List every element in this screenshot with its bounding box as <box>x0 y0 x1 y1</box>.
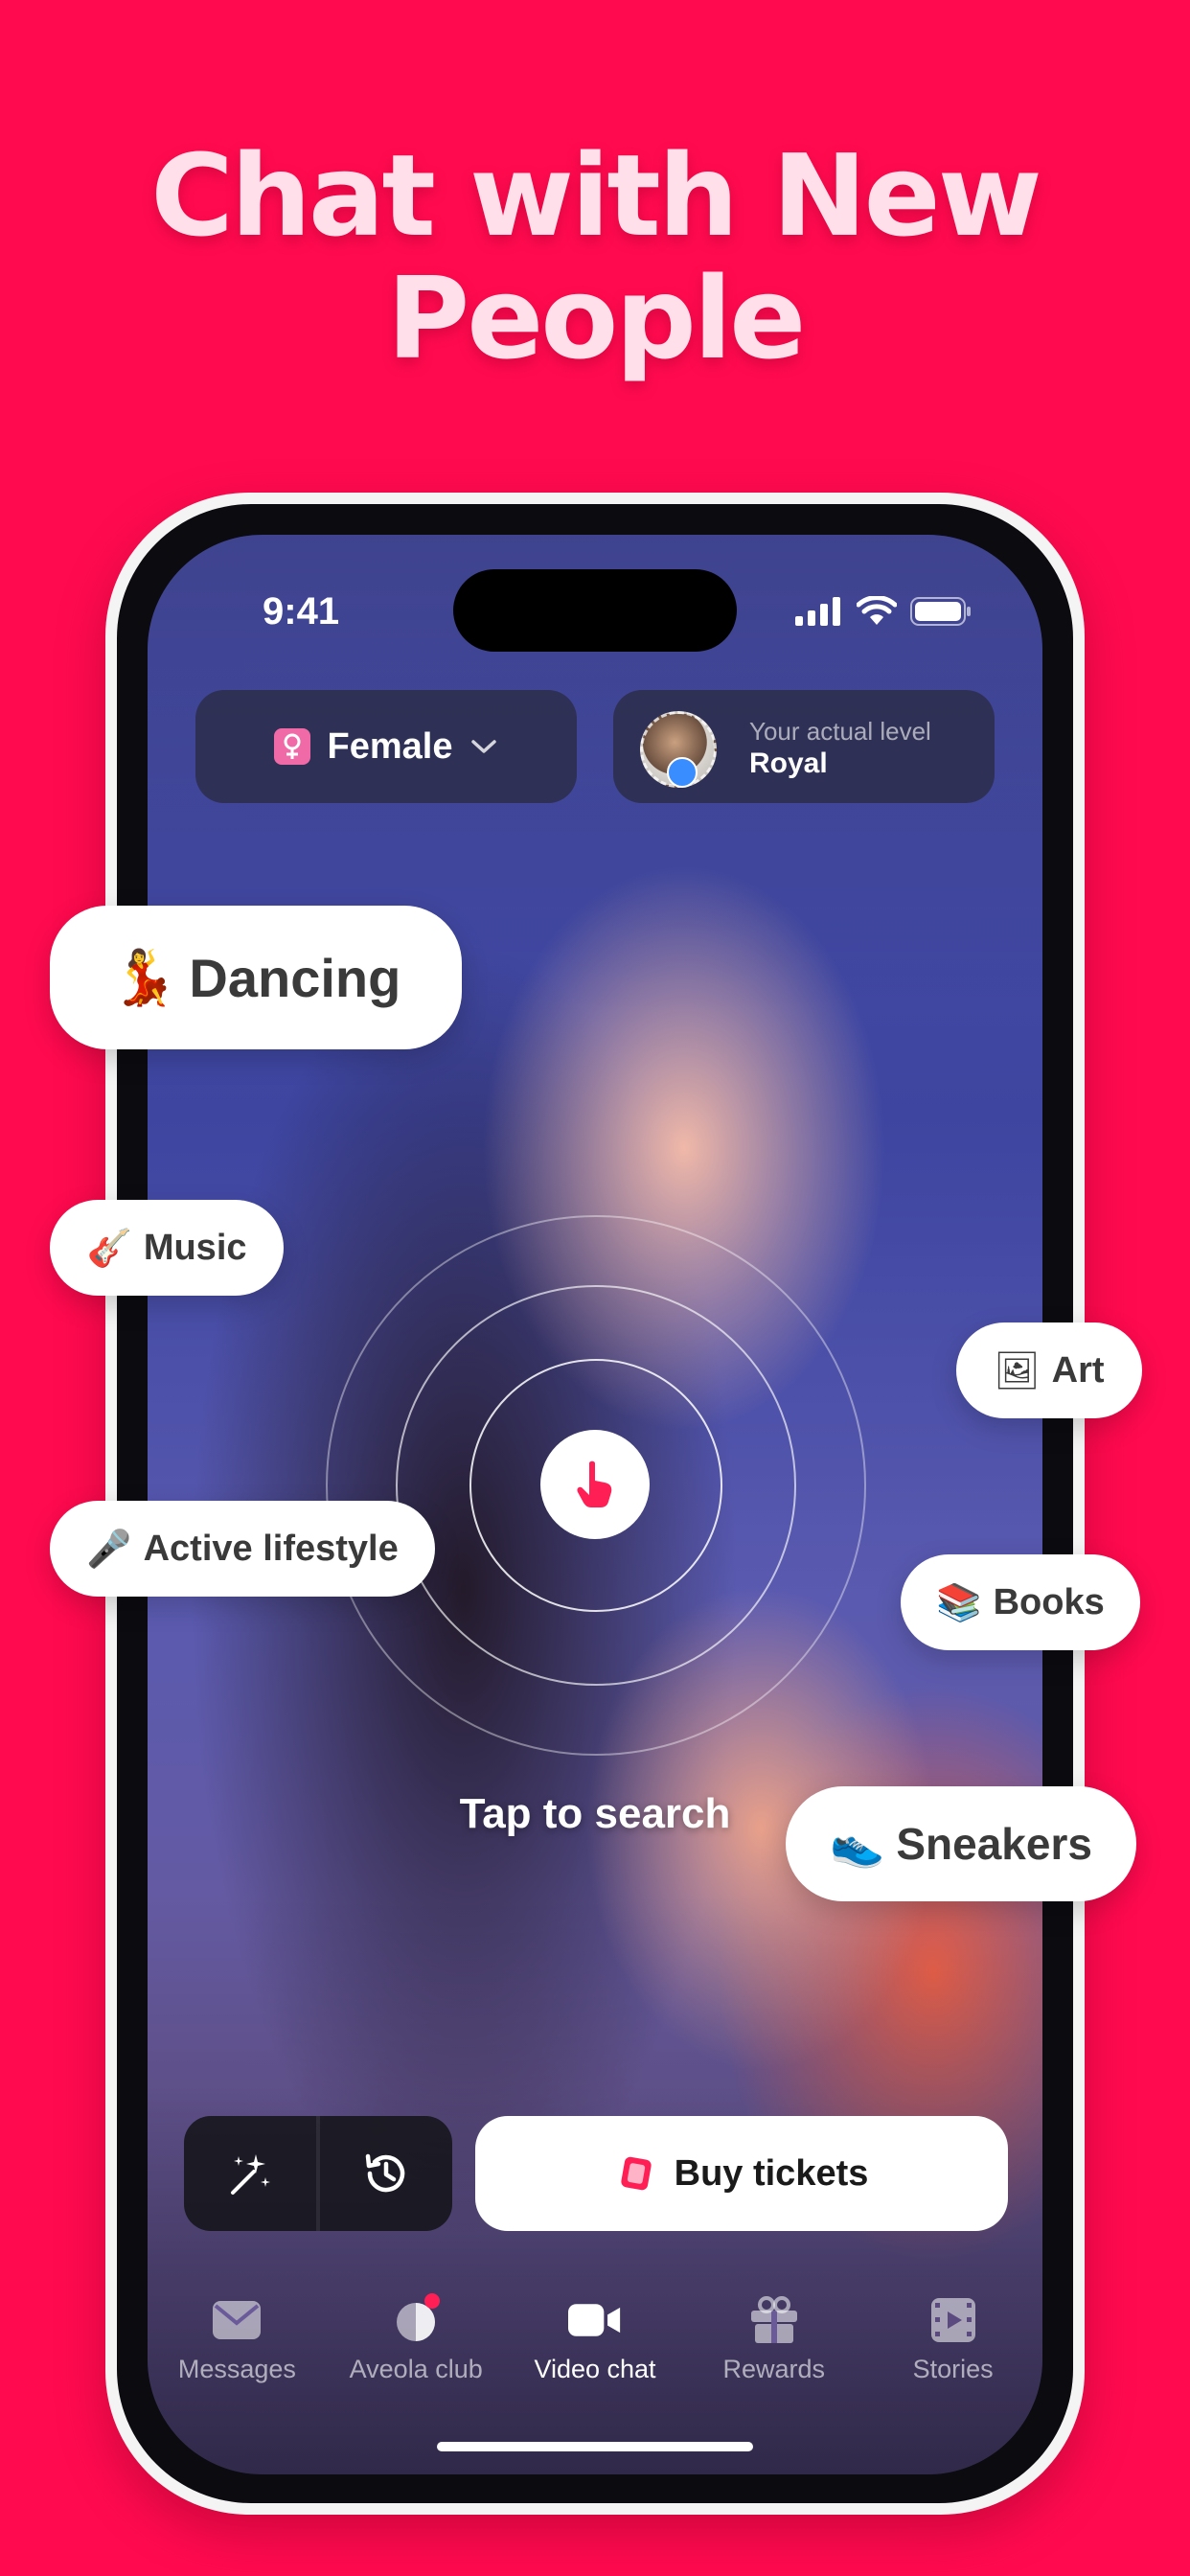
tab-messages[interactable]: Messages <box>148 2293 327 2408</box>
tag-dancing[interactable]: 💃 Dancing <box>50 906 462 1049</box>
female-icon <box>273 728 310 765</box>
video-camera-icon <box>567 2293 622 2347</box>
notification-dot <box>423 2293 440 2309</box>
battery-icon <box>910 597 971 626</box>
status-time: 9:41 <box>263 590 340 632</box>
tag-label: Books <box>993 1581 1105 1622</box>
tag-active-lifestyle[interactable]: 🎤 Active lifestyle <box>50 1501 435 1597</box>
tag-art[interactable]: 🖼 Art <box>956 1322 1142 1418</box>
status-icons <box>795 594 972 629</box>
tag-label: Music <box>143 1227 247 1268</box>
tag-label: Active lifestyle <box>143 1528 399 1569</box>
film-icon <box>927 2293 980 2347</box>
books-icon: 📚 <box>936 1580 982 1623</box>
history-button[interactable] <box>320 2116 452 2231</box>
history-icon <box>365 2153 405 2193</box>
guitar-icon: 🎸 <box>86 1226 132 1269</box>
gender-filter-dropdown[interactable]: Female <box>195 690 577 803</box>
headline-line-1: Chat with New <box>150 129 1041 262</box>
tag-books[interactable]: 📚 Books <box>901 1554 1140 1650</box>
chevron-down-icon <box>471 740 497 753</box>
wifi-icon <box>857 596 897 625</box>
search-button[interactable] <box>540 1430 650 1539</box>
user-level-card[interactable]: Your actual level Royal <box>613 690 995 803</box>
tab-stories[interactable]: Stories <box>863 2293 1042 2408</box>
effects-button[interactable] <box>184 2116 316 2231</box>
tag-label: Dancing <box>189 947 401 1008</box>
ticket-icon <box>621 2156 652 2191</box>
microphone-icon: 🎤 <box>86 1527 132 1570</box>
buy-tickets-label: Buy tickets <box>674 2152 869 2194</box>
tab-rewards[interactable]: Rewards <box>684 2293 863 2408</box>
picture-icon: 🖼 <box>994 1348 1041 1392</box>
headline: Chat with New People <box>0 134 1190 380</box>
tool-group <box>184 2116 452 2231</box>
dancer-icon: 💃 <box>110 947 178 1009</box>
signal-icon <box>795 597 840 626</box>
magic-wand-icon <box>231 2154 270 2195</box>
tab-video-chat[interactable]: Video chat <box>506 2293 685 2408</box>
tag-label: Sneakers <box>896 1819 1092 1869</box>
tag-sneakers[interactable]: 👟 Sneakers <box>786 1786 1136 1901</box>
buy-tickets-button[interactable]: Buy tickets <box>475 2116 1008 2231</box>
tag-label: Art <box>1051 1349 1105 1391</box>
tab-aveola-club[interactable]: Aveola club <box>327 2293 506 2408</box>
tap-hand-icon <box>577 1460 612 1507</box>
level-caption: Your actual level <box>749 717 931 746</box>
tag-music[interactable]: 🎸 Music <box>50 1200 284 1296</box>
tab-bar: Messages Aveola club Video chat Rewards … <box>148 2293 1042 2408</box>
home-indicator <box>437 2442 753 2451</box>
gender-filter-label: Female <box>327 725 453 767</box>
sneaker-icon: 👟 <box>830 1817 885 1870</box>
gift-icon <box>747 2293 801 2347</box>
level-value: Royal <box>749 748 828 779</box>
gem-icon <box>667 757 698 788</box>
headline-line-2: People <box>386 252 807 384</box>
envelope-icon <box>210 2293 263 2347</box>
dynamic-island <box>453 569 737 652</box>
